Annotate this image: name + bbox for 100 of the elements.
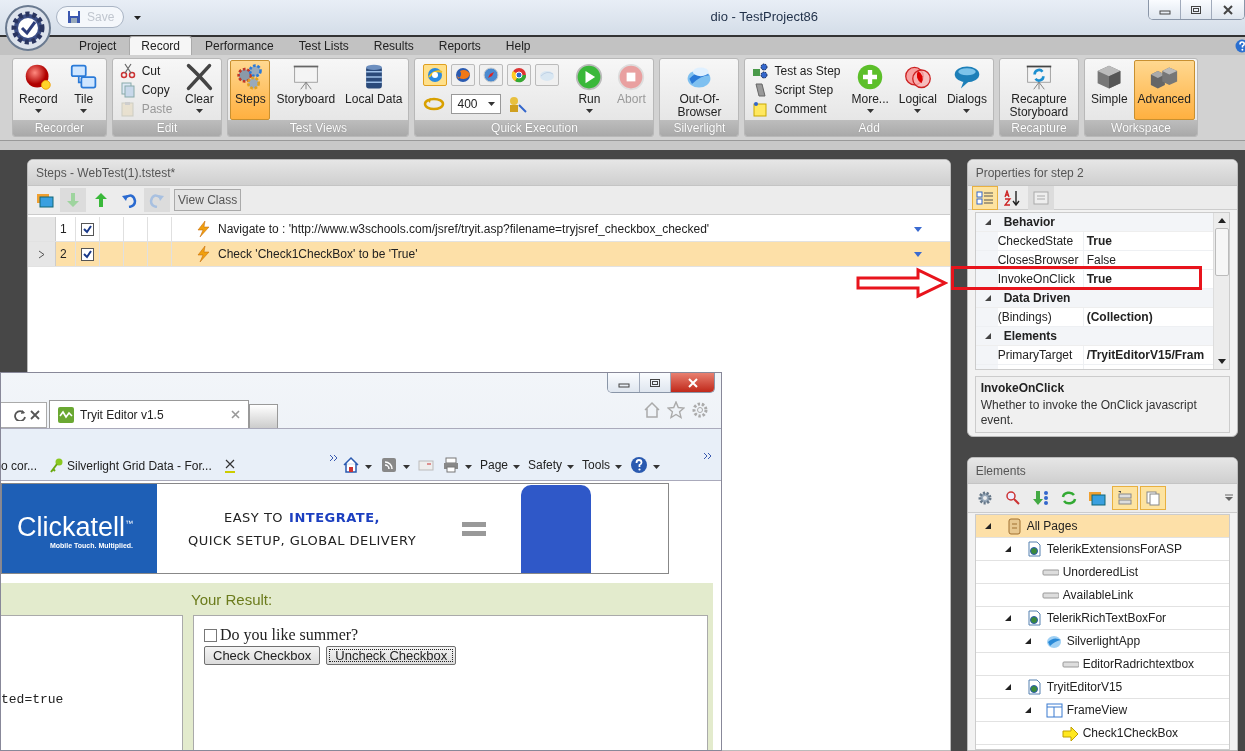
ribbon-tab[interactable]: Reports — [426, 36, 493, 55]
checkbox[interactable] — [81, 222, 94, 236]
windows-icon — [1087, 490, 1106, 506]
maximize-button[interactable] — [639, 373, 670, 392]
home-icon — [643, 401, 661, 419]
dropdown-caret-icon — [134, 16, 141, 20]
gears-icon — [236, 63, 265, 91]
property-name: (Bindings) — [975, 308, 1084, 326]
tree-item[interactable]: EditorRadrichtextbox — [975, 653, 1229, 676]
speed-dropdown[interactable]: 400 — [451, 94, 502, 114]
ribbon-tab[interactable]: Project — [67, 36, 129, 55]
ribbon-tab[interactable]: Performance — [193, 36, 286, 55]
ribbon-button[interactable]: Clear — [179, 60, 220, 120]
ribbon-button[interactable]: Recapture Storyboard — [1001, 60, 1076, 120]
tree-item[interactable]: AvailableLink — [975, 584, 1229, 607]
ribbon-tab[interactable]: Record — [129, 36, 193, 55]
checkbox[interactable] — [204, 628, 217, 642]
ribbon-button[interactable]: Dialogs — [942, 60, 991, 120]
tree-item[interactable]: TelerikExtensionsForASP — [975, 538, 1229, 561]
ribbon-button[interactable]: Copy — [116, 81, 176, 99]
checkbox[interactable] — [81, 247, 94, 261]
gear-icon — [976, 490, 993, 506]
address-bar[interactable] — [1, 402, 47, 428]
ribbon-button[interactable]: Advanced — [1133, 60, 1195, 120]
help-icon — [630, 456, 649, 474]
browser-tab[interactable]: Tryit Editor v1.5 — [49, 400, 249, 428]
ribbon-button[interactable]: Script Step — [749, 81, 844, 99]
property-value[interactable]: False — [1083, 252, 1120, 268]
maximize-icon — [649, 377, 661, 388]
browser-toggle[interactable] — [507, 64, 532, 86]
ribbon-tab[interactable]: Test Lists — [286, 36, 361, 55]
maximize-button[interactable] — [1180, 0, 1211, 19]
tile-icon — [69, 63, 98, 91]
lightning-icon — [196, 246, 210, 262]
ribbon-button[interactable]: Run — [569, 60, 610, 120]
record-icon — [24, 63, 53, 91]
caret-icon — [963, 109, 971, 113]
caret-icon — [567, 464, 575, 469]
mail-button[interactable] — [415, 458, 437, 472]
ribbon-button[interactable]: More... — [847, 60, 893, 120]
ribbon-button[interactable]: Steps — [230, 60, 271, 120]
menu-button[interactable]: Tools — [579, 458, 626, 472]
pages-button[interactable] — [1139, 486, 1166, 510]
tree-item[interactable]: SilverlightApp — [975, 630, 1229, 653]
clipboard-icon — [119, 101, 136, 118]
view-class-button[interactable]: View Class — [174, 189, 242, 211]
favorite-link[interactable]: Silverlight Grid Data - For... — [49, 458, 212, 474]
tree-item[interactable]: TelerikRichTextBoxFor — [975, 607, 1229, 630]
scroll-thumb[interactable] — [1214, 228, 1229, 276]
overflow-caret-icon — [1225, 494, 1233, 502]
favorite-link[interactable]: o cor... — [1, 459, 38, 473]
scroll-up-icon — [1217, 218, 1226, 223]
tree-item[interactable]: All Pages — [975, 515, 1229, 538]
categorized-button[interactable] — [971, 185, 998, 210]
menu-button[interactable]: Page — [477, 458, 524, 472]
property-value[interactable]: /TryitEditorV15/Fram — [1083, 347, 1208, 363]
ribbon-button[interactable]: Test as Step — [749, 61, 844, 80]
scrollbar[interactable] — [1213, 213, 1229, 369]
form-button[interactable]: Uncheck Checkbox — [326, 646, 457, 665]
ribbon-button[interactable]: Cut — [116, 61, 176, 80]
rows-icon — [1116, 490, 1133, 506]
browser-toggle[interactable] — [479, 64, 504, 86]
tree-item[interactable]: TryitEditorV15 — [975, 676, 1229, 699]
caret-icon — [866, 109, 874, 113]
ribbon-tab[interactable]: Help — [493, 36, 543, 55]
tree-item[interactable]: FrameView — [975, 699, 1229, 722]
tree-item[interactable]: UnorderedList — [975, 561, 1229, 584]
ribbon-button[interactable]: Tile — [63, 60, 104, 120]
ribbon-button[interactable]: Storyboard — [272, 60, 340, 120]
property-value[interactable]: (Collection) — [1083, 309, 1156, 325]
property-value[interactable]: True — [1083, 271, 1116, 287]
close-button[interactable] — [670, 373, 714, 392]
ribbon-button[interactable]: Comment — [749, 100, 844, 119]
category-label: Behavior — [1003, 215, 1056, 229]
property-value[interactable]: True — [1083, 233, 1116, 249]
ribbon-button[interactable]: Simple — [1086, 60, 1132, 120]
step-row[interactable]: 2 Check 'Check1CheckBox' to be 'True' — [28, 242, 950, 267]
tree-item[interactable]: Check1CheckBox — [975, 722, 1229, 745]
equals-icon — [462, 520, 486, 537]
ribbon-button[interactable]: Logical — [894, 60, 941, 120]
form-button[interactable]: Check Checkbox — [204, 646, 321, 665]
ribbon-button[interactable]: Record — [15, 60, 62, 120]
caret-icon — [465, 464, 472, 469]
new-tab-button[interactable] — [249, 404, 278, 428]
caret-icon — [615, 464, 623, 469]
menu-button[interactable]: Safety — [525, 458, 578, 472]
panel-title: Steps - WebTest(1).tstest* — [36, 165, 176, 180]
close-button[interactable] — [1211, 0, 1244, 19]
ribbon-tab[interactable]: Results — [361, 36, 426, 55]
ribbon-button[interactable]: Out-Of-Browser — [662, 60, 737, 120]
frame-icon — [1045, 701, 1063, 719]
collapse-triangle-icon — [1003, 614, 1012, 622]
brand-name: Clickatell$^{™}$ — [16, 510, 133, 542]
browser-icon — [454, 66, 473, 84]
help-icon — [1235, 39, 1245, 53]
browser-toggle[interactable] — [451, 64, 476, 86]
panel-title: Elements — [975, 463, 1026, 478]
browser-toggle[interactable] — [423, 64, 448, 86]
categorized-list-icon — [975, 189, 994, 206]
ribbon-button[interactable]: Local Data — [341, 60, 407, 120]
